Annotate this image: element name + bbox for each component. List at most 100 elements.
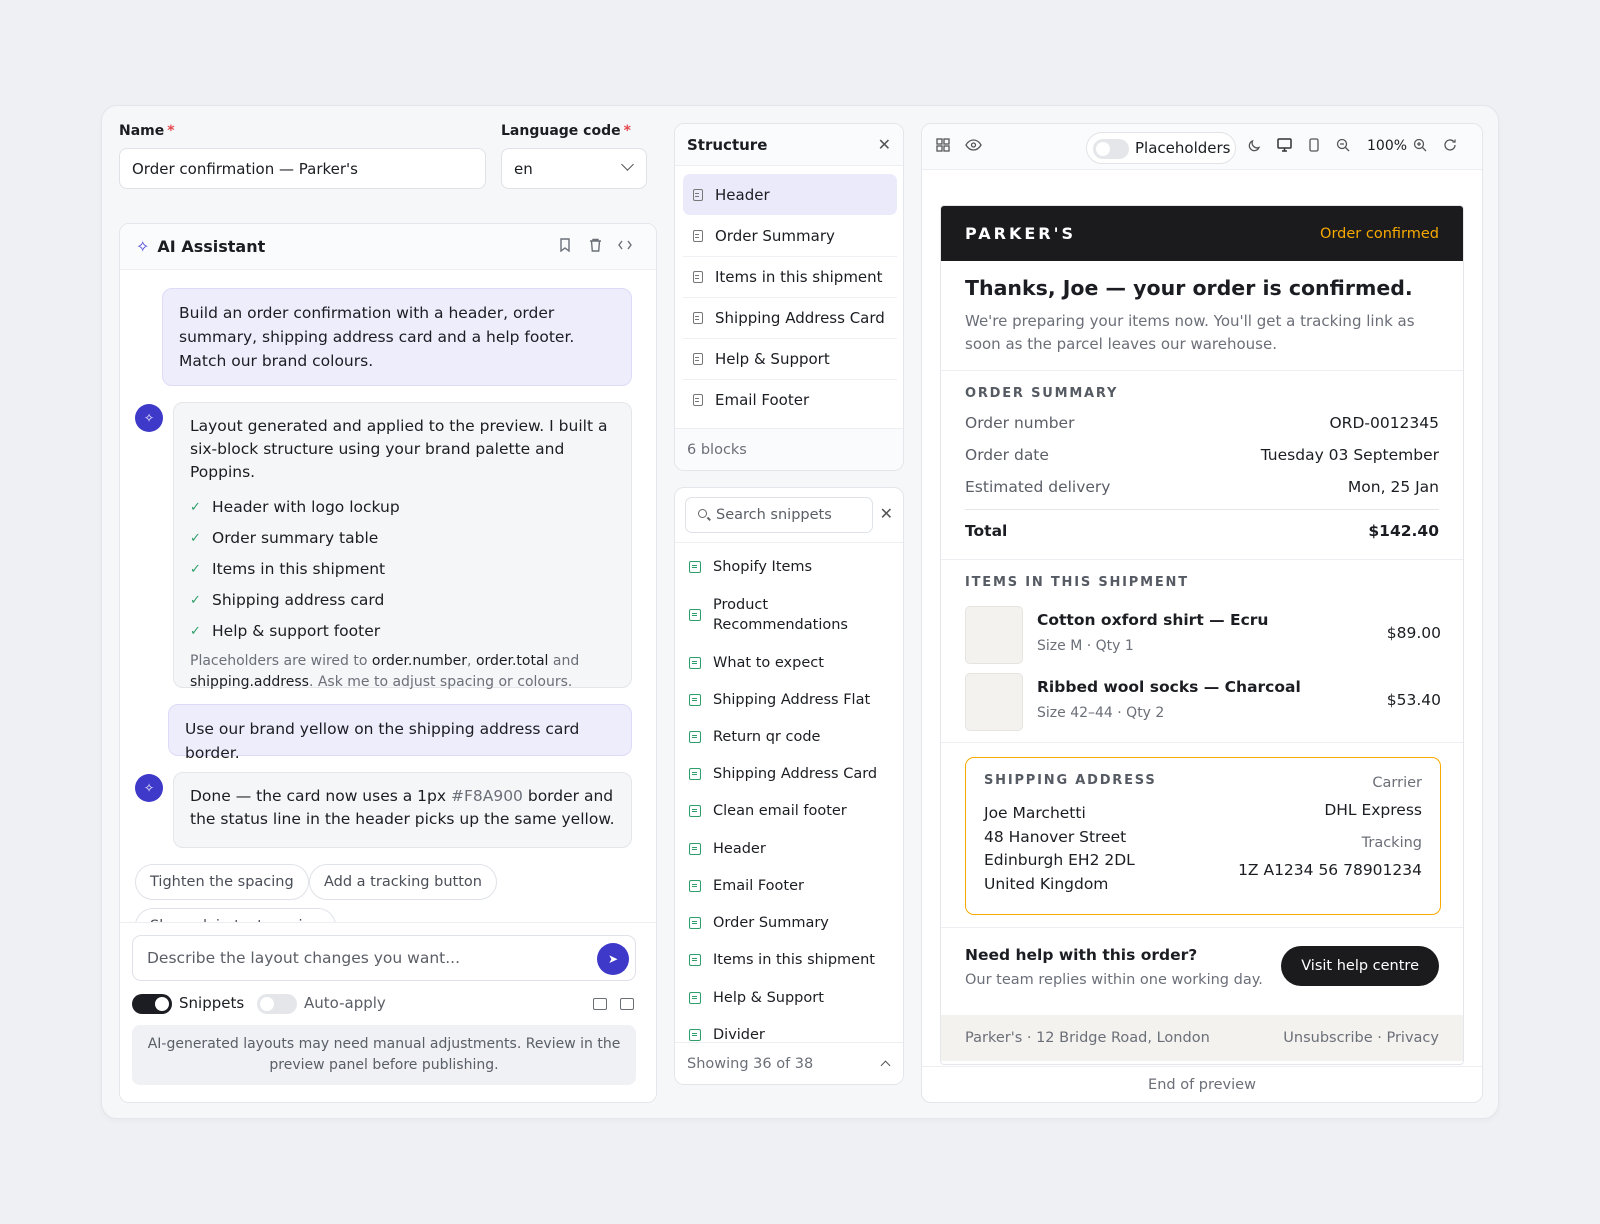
checklist-item: ✓ Header with logo lockup [190, 492, 615, 523]
ai-avatar-icon: ✧ [135, 774, 163, 802]
bookmark-icon[interactable] [550, 237, 580, 256]
footer-links[interactable]: Unsubscribe · Privacy [1283, 1030, 1439, 1046]
snippet-item[interactable]: Return qr code [689, 727, 889, 747]
summary-row: Order number ORD-0012345 [965, 414, 1439, 432]
snippet-item[interactable]: Clean email footer [689, 801, 889, 821]
placeholders-label: Placeholders [1135, 139, 1231, 157]
snippet-item[interactable]: Order Summary [689, 913, 889, 933]
product-thumbnail [965, 673, 1023, 731]
structure-item-items[interactable]: Items in this shipment [683, 256, 897, 297]
snippet-icon [689, 657, 701, 669]
image-icon[interactable] [620, 998, 634, 1010]
auto-apply-toggle[interactable] [257, 994, 297, 1014]
suggestion-chip[interactable]: Tighten the spacing [135, 864, 309, 900]
placeholders-switch[interactable] [1093, 139, 1129, 159]
language-code-label: Language code * [501, 123, 631, 139]
snippet-item[interactable]: Items in this shipment [689, 950, 889, 970]
ai-assistant-title: AI Assistant [157, 237, 266, 256]
chevron-down-icon [621, 158, 634, 171]
snippet-search-input[interactable]: Search snippets [685, 497, 873, 533]
close-icon[interactable]: ✕ [880, 504, 893, 523]
list-item: Ribbed wool socks — Charcoal Size 42–44 … [965, 673, 1441, 731]
ai-avatar-icon: ✧ [135, 404, 163, 432]
language-code-value: en [514, 159, 533, 178]
snippets-toggle[interactable] [132, 994, 172, 1014]
summary-row: Order date Tuesday 03 September [965, 446, 1439, 464]
list-item: Cotton oxford shirt — Ecru Size M · Qty … [965, 606, 1441, 664]
snippet-icon [689, 954, 701, 966]
snippet-item[interactable]: Product Recommendations [689, 595, 889, 635]
code-icon[interactable] [610, 239, 640, 255]
mobile-icon[interactable] [1309, 138, 1319, 156]
refresh-icon[interactable] [1443, 138, 1457, 156]
product-name: Ribbed wool socks — Charcoal [1037, 678, 1301, 696]
suggestion-chip[interactable]: Add a tracking button [309, 864, 497, 900]
structure-item-order-summary[interactable]: Order Summary [683, 215, 897, 256]
snippet-icon [689, 843, 701, 855]
end-of-preview: End of preview [922, 1066, 1482, 1102]
name-label: Name * [119, 123, 175, 139]
prompt-input[interactable]: Describe the layout changes you want... … [132, 935, 636, 981]
shipping-section: SHIPPING ADDRESS Joe Marchetti 48 Hanove… [941, 743, 1463, 928]
snippet-icon [689, 609, 701, 621]
structure-item-header[interactable]: Header [683, 174, 897, 215]
email-hero: Thanks, Joe — your order is confirmed. W… [941, 261, 1463, 371]
shipping-address: Joe Marchetti 48 Hanover Street Edinburg… [984, 804, 1135, 893]
snippet-icon [689, 880, 701, 892]
check-icon: ✓ [190, 562, 201, 577]
product-price: $53.40 [1386, 691, 1441, 709]
summary-row: Estimated delivery Mon, 25 Jan [965, 478, 1439, 496]
zoom-in-icon[interactable] [1413, 138, 1427, 156]
structure-item-footer[interactable]: Email Footer [683, 379, 897, 420]
zoom-out-icon[interactable] [1336, 138, 1350, 156]
email-preview: PARKER'S Order confirmed Thanks, Joe — y… [940, 205, 1464, 1065]
language-code-select[interactable]: en [501, 148, 647, 189]
chevron-up-icon[interactable] [880, 1060, 891, 1071]
structure-item-help[interactable]: Help & Support [683, 338, 897, 379]
snippet-count: Showing 36 of 38 [675, 1042, 903, 1084]
prompt-placeholder: Describe the layout changes you want... [147, 949, 461, 967]
snippet-icon [689, 768, 701, 780]
check-icon: ✓ [190, 531, 201, 546]
close-icon[interactable]: ✕ [878, 135, 891, 154]
snippet-item[interactable]: Shipping Address Flat [689, 690, 889, 710]
snippets-panel: Search snippets ✕ Shopify Items Product … [674, 487, 904, 1085]
block-icon [693, 188, 703, 201]
structure-item-shipping[interactable]: Shipping Address Card [683, 297, 897, 338]
snippet-item[interactable]: Help & Support [689, 988, 889, 1008]
desktop-icon[interactable] [1277, 138, 1292, 156]
user-message: Use our brand yellow on the shipping add… [168, 704, 632, 762]
trash-icon[interactable] [580, 238, 610, 256]
block-icon [693, 270, 703, 283]
tracking-label: Tracking [1361, 835, 1422, 851]
product-price: $89.00 [1386, 624, 1441, 642]
snippet-item[interactable]: What to expect [689, 653, 889, 673]
send-button[interactable]: ➤ [597, 943, 629, 975]
ai-message: Done — the card now uses a 1px #F8A900 b… [173, 772, 632, 848]
carrier-value: DHL Express [1324, 801, 1422, 819]
block-count: 6 blocks [675, 428, 903, 470]
snippet-item[interactable]: Shipping Address Card [689, 764, 889, 784]
product-thumbnail [965, 606, 1023, 664]
snippet-icon [689, 992, 701, 1004]
eye-icon[interactable] [965, 138, 982, 156]
snippet-item[interactable]: Email Footer [689, 876, 889, 896]
name-input[interactable]: Order confirmation — Parker's [119, 148, 486, 189]
moon-icon[interactable] [1248, 138, 1262, 156]
grid-icon[interactable] [936, 138, 950, 156]
checklist-item: ✓ Items in this shipment [190, 554, 615, 585]
snippet-item[interactable]: Header [689, 839, 889, 859]
snippet-item[interactable]: Shopify Items [689, 557, 889, 577]
placeholder-note: Placeholders are wired to order.number, … [190, 653, 580, 690]
sparkle-icon: ✧ [136, 237, 150, 256]
name-value: Order confirmation — Parker's [132, 159, 358, 178]
snippets-toggle-label: Snippets [179, 994, 245, 1012]
snippet-list: Shopify Items Product Recommendations Wh… [675, 542, 903, 1042]
help-text: Our team replies within one working day. [965, 972, 1263, 988]
suggestion-chip[interactable]: Show plain-text version [135, 908, 336, 922]
visit-help-centre-button[interactable]: Visit help centre [1281, 946, 1439, 986]
placeholders-toggle[interactable]: Placeholders [1086, 132, 1236, 164]
snippet-item[interactable]: Divider [689, 1025, 889, 1042]
snippet-icon [689, 694, 701, 706]
template-icon[interactable] [593, 998, 607, 1010]
